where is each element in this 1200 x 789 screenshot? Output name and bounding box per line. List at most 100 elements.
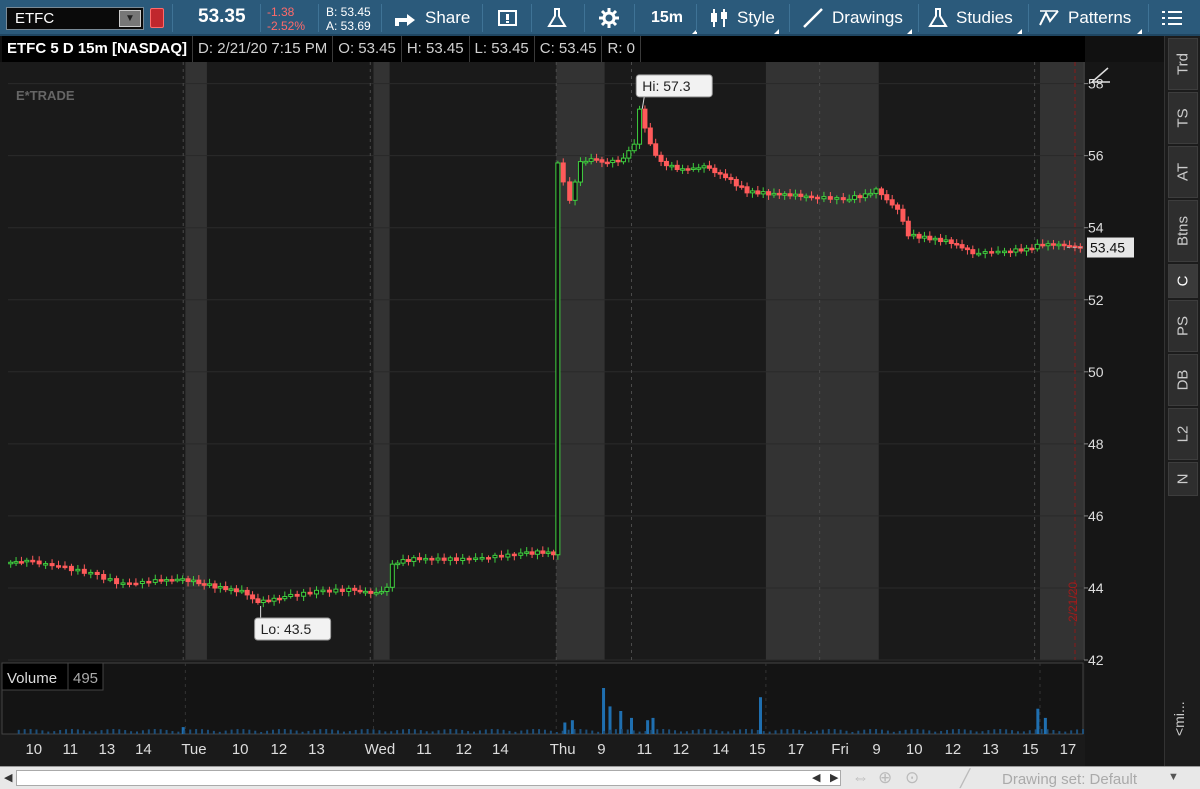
candle-body	[352, 587, 358, 591]
symbol-input[interactable]: ETFC ▼	[6, 7, 144, 30]
volume-label: Volume	[7, 670, 57, 687]
scroll-right-icon[interactable]: ▶	[830, 771, 838, 784]
dropdown-corner-icon	[1017, 29, 1022, 34]
volume-bar	[402, 729, 405, 734]
settings-button[interactable]	[598, 0, 628, 36]
volume-bar	[863, 729, 866, 734]
candle-body	[524, 551, 530, 554]
patterns-button[interactable]: Patterns	[1038, 0, 1144, 36]
drawings-button[interactable]: Drawings	[802, 0, 914, 36]
volume-bar	[815, 730, 818, 734]
volume-bar	[490, 729, 493, 734]
off-hours-shade	[765, 62, 879, 660]
scroll-left-icon[interactable]: ◀	[4, 771, 12, 784]
sidebar-tab-db[interactable]: DB	[1168, 354, 1198, 406]
volume-bar	[898, 730, 901, 734]
volume-bar	[892, 731, 895, 734]
expand-icon[interactable]: ⇔	[852, 768, 869, 788]
volume-bar	[390, 731, 393, 734]
candle-body	[75, 568, 81, 572]
crosshair-icon[interactable]: ⊕	[878, 768, 892, 788]
volume-bar	[431, 731, 434, 734]
candle-body	[466, 557, 472, 561]
volume-bar	[987, 730, 990, 734]
scroll-left-small-icon[interactable]: ◀	[812, 771, 820, 784]
volume-bar	[271, 729, 274, 734]
toolbar-divider	[584, 4, 585, 32]
candle-body	[107, 578, 113, 581]
candle-body	[626, 150, 632, 159]
time-tick-label: Fri	[831, 741, 849, 758]
candle-body	[760, 191, 766, 195]
toolbar-divider	[318, 4, 319, 32]
expiry-marker: 2/21/20	[1066, 582, 1080, 622]
symbol-dropdown-button[interactable]: ▼	[119, 10, 141, 27]
volume-bar	[484, 729, 487, 734]
volume-bar	[1011, 730, 1014, 734]
volume-bar	[646, 720, 650, 734]
volume-bar	[662, 729, 665, 734]
drawing-set-label[interactable]: Drawing set: Default	[1002, 771, 1137, 788]
scroll-track[interactable]	[16, 770, 841, 786]
candle-body	[368, 590, 374, 594]
style-button[interactable]: Style	[709, 0, 781, 36]
candle-body	[620, 157, 626, 163]
zoom-icon[interactable]: ⊙	[905, 768, 919, 788]
sidebar-tab-btns[interactable]: Btns	[1168, 200, 1198, 262]
volume-bar	[254, 730, 257, 734]
flask-button[interactable]	[546, 0, 576, 36]
candle-body	[239, 589, 245, 593]
candle-body	[964, 247, 970, 251]
share-button[interactable]: Share	[393, 0, 470, 36]
candle-body	[346, 587, 352, 592]
volume-bar	[407, 729, 410, 734]
collapse-panel-button[interactable]: <mi...	[1171, 701, 1187, 736]
candle-body	[814, 196, 820, 200]
volume-bar	[969, 730, 972, 734]
sidebar-tab-ts[interactable]: TS	[1168, 92, 1198, 144]
menu-button[interactable]	[1160, 0, 1192, 36]
volume-bar	[212, 730, 215, 734]
volume-bar	[59, 729, 62, 734]
drawing-set-dropdown-icon[interactable]: ▼	[1168, 771, 1179, 783]
time-tick-label: Wed	[365, 741, 396, 758]
candle-body	[840, 197, 846, 201]
notes-button[interactable]	[497, 0, 527, 36]
volume-bar	[786, 729, 789, 734]
sidebar-tab-at[interactable]: AT	[1168, 146, 1198, 198]
volume-bar	[721, 731, 724, 734]
volume-bar	[685, 731, 688, 734]
bottom-scrollbar[interactable]: ◀ ◀ ▶ ⇔ ⊕ ⊙ ╱ Drawing set: Default ▼	[0, 766, 1200, 789]
volume-bar	[668, 729, 671, 734]
timeframe-button[interactable]: 15m	[651, 0, 698, 36]
sidebar-tab-label: DB	[1174, 369, 1192, 391]
sidebar-tab-c[interactable]: C	[1168, 264, 1198, 298]
draw-line-icon[interactable]: ╱	[960, 769, 970, 789]
volume-bar	[242, 729, 245, 734]
sidebar-tab-n[interactable]: N	[1168, 462, 1198, 496]
price-chart[interactable]: E*TRADE Hi: 57.3Lo: 43.5 Volume4951 5856…	[0, 62, 1164, 766]
candle-body	[190, 579, 196, 583]
price-tick-label: 56	[1088, 148, 1104, 164]
sidebar-tab-ps[interactable]: PS	[1168, 300, 1198, 352]
candle-body	[201, 583, 207, 586]
candle-body	[1040, 243, 1046, 247]
volume-bar	[827, 729, 830, 734]
candle-body	[435, 557, 441, 561]
volume-bar	[47, 731, 50, 734]
sidebar-tab-trd[interactable]: Trd	[1168, 38, 1198, 90]
close-readout: C: 53.45	[535, 36, 603, 62]
volume-bar	[774, 730, 777, 734]
volume-bar	[29, 729, 32, 734]
studies-button[interactable]: Studies	[928, 0, 1024, 36]
candle-body	[101, 573, 107, 580]
link-lock-icon[interactable]	[150, 8, 164, 28]
volume-bar	[975, 731, 978, 734]
candle-body	[846, 198, 852, 202]
candle-body	[604, 161, 610, 165]
volume-bar	[957, 729, 960, 734]
sidebar-tab-l2[interactable]: L2	[1168, 408, 1198, 460]
candle-body	[260, 599, 266, 604]
candle-body	[13, 561, 19, 564]
candle-body	[545, 551, 551, 554]
